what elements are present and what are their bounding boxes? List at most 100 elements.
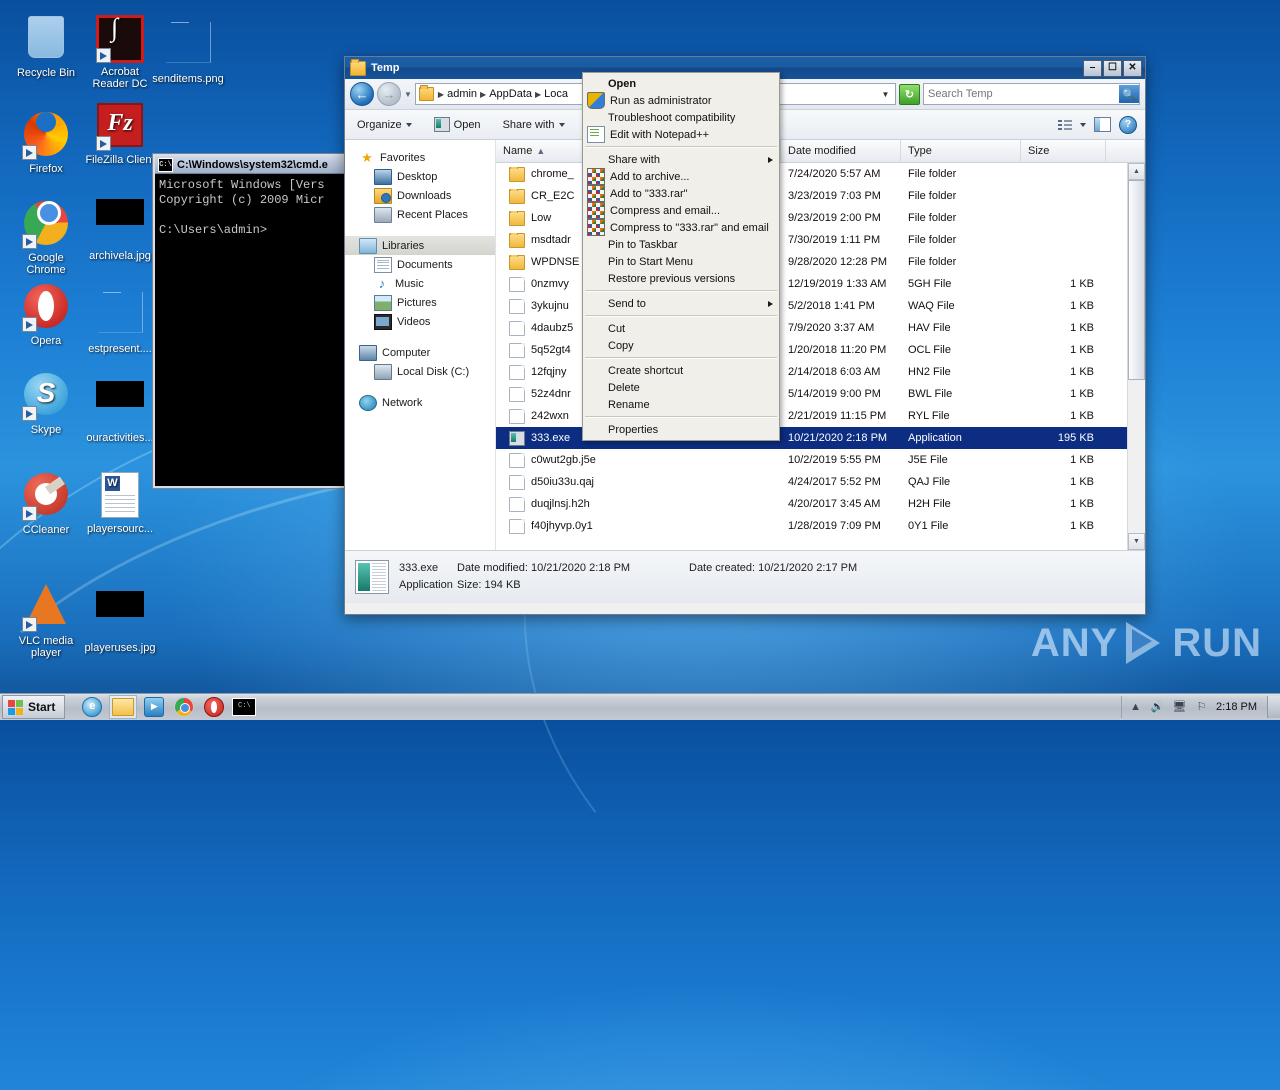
nav-item-desktop[interactable]: Desktop xyxy=(345,167,495,186)
search-icon[interactable]: 🔍 xyxy=(1119,85,1139,103)
share-with-button[interactable]: Share with xyxy=(499,116,569,134)
menu-item-compress-and-email[interactable]: Compress and email... xyxy=(583,202,779,219)
menu-item-restore-previous-versions[interactable]: Restore previous versions xyxy=(583,270,779,287)
show-desktop-button[interactable] xyxy=(1267,696,1280,718)
scrollbar-thumb[interactable] xyxy=(1128,180,1145,380)
desktop-icon-estpresent[interactable]: estpresent.... xyxy=(82,282,158,355)
search-field[interactable] xyxy=(924,88,1119,100)
desktop-icon-firefox[interactable]: Firefox xyxy=(8,100,84,175)
menu-item-label: Add to archive... xyxy=(610,170,690,183)
taskbar-button-chrome[interactable] xyxy=(171,696,197,718)
menu-item-share-with[interactable]: Share with xyxy=(583,151,779,168)
file-context-menu[interactable]: Open Run as administrator Troubleshoot com… xyxy=(582,72,780,441)
desktop-icon-playersourc[interactable]: Wplayersourc... xyxy=(82,470,158,535)
flag-icon[interactable]: ⚐ xyxy=(1194,700,1209,715)
menu-item-troubleshoot-compatibility[interactable]: Troubleshoot compatibility xyxy=(583,109,779,126)
clock[interactable]: 2:18 PM xyxy=(1216,701,1257,713)
desktop-icon-senditems-png[interactable]: senditems.png xyxy=(150,12,226,85)
menu-item-send-to[interactable]: Send to xyxy=(583,295,779,312)
desktop-icon-ccleaner[interactable]: CCleaner xyxy=(8,470,84,536)
command-prompt-window[interactable]: C:\ C:\Windows\system32\cmd.e Microsoft … xyxy=(153,154,353,488)
menu-item-edit-with-notepad[interactable]: Edit with Notepad++ xyxy=(583,126,779,143)
help-icon[interactable]: ? xyxy=(1119,115,1137,134)
scroll-down-icon[interactable]: ▼ xyxy=(1128,533,1145,550)
nav-item-pictures[interactable]: Pictures xyxy=(345,293,495,312)
volume-icon[interactable]: 🔊 xyxy=(1150,700,1165,715)
table-row[interactable]: f40jhyvp.0y1 1/28/2019 7:09 PM 0Y1 File 1 K… xyxy=(496,515,1145,537)
menu-item-add-to-333-rar[interactable]: Add to "333.rar" xyxy=(583,185,779,202)
taskbar-button-windows-explorer[interactable] xyxy=(109,695,138,719)
menu-item-pin-to-taskbar[interactable]: Pin to Taskbar xyxy=(583,236,779,253)
menu-item-rename[interactable]: Rename xyxy=(583,396,779,413)
command-prompt-icon: C:\ xyxy=(232,698,257,716)
forward-arrow-icon[interactable]: → xyxy=(377,82,401,106)
breadcrumb-item-2[interactable]: Loca xyxy=(544,88,568,100)
nav-item-computer[interactable]: Computer xyxy=(345,343,495,362)
menu-item-delete[interactable]: Delete xyxy=(583,379,779,396)
maximize-button[interactable]: ☐ xyxy=(1103,59,1122,77)
chevron-up-icon[interactable]: ▲ xyxy=(1128,700,1143,715)
open-button[interactable]: Open xyxy=(430,114,485,135)
nav-item-network[interactable]: Network xyxy=(345,393,495,412)
menu-item-properties[interactable]: Properties xyxy=(583,421,779,438)
menu-item-cut[interactable]: Cut xyxy=(583,320,779,337)
close-button[interactable]: ✕ xyxy=(1123,59,1142,77)
menu-item-copy[interactable]: Copy xyxy=(583,337,779,354)
table-row[interactable]: duqjlnsj.h2h 4/20/2017 3:45 AM H2H File 1 K… xyxy=(496,493,1145,515)
menu-item-run-as-administrator[interactable]: Run as administrator xyxy=(583,92,779,109)
breadcrumb-item-0[interactable]: admin xyxy=(447,88,477,100)
column-header-type[interactable]: Type xyxy=(901,140,1021,162)
column-header-date-modified[interactable]: Date modified xyxy=(781,140,901,162)
address-dropdown-icon[interactable]: ▼ xyxy=(879,90,892,99)
menu-item-open[interactable]: Open xyxy=(583,75,779,92)
breadcrumb-item-1[interactable]: AppData xyxy=(489,88,532,100)
taskbar-button-media-player[interactable]: ▶ xyxy=(141,696,167,718)
taskbar-button-opera[interactable] xyxy=(201,696,227,718)
cmd-title-bar[interactable]: C:\ C:\Windows\system32\cmd.e xyxy=(155,156,351,174)
search-input[interactable]: 🔍 xyxy=(923,83,1140,105)
menu-item-pin-to-start-menu[interactable]: Pin to Start Menu xyxy=(583,253,779,270)
vertical-scrollbar[interactable]: ▲ ▼ xyxy=(1127,163,1145,550)
desktop-icon-opera[interactable]: Opera xyxy=(8,282,84,347)
taskbar-button-internet-explorer[interactable]: e xyxy=(79,696,105,718)
minimize-button[interactable]: – xyxy=(1083,59,1102,77)
desktop-icon-google-chrome[interactable]: Google Chrome xyxy=(8,188,84,276)
preview-pane-icon[interactable] xyxy=(1094,117,1111,132)
table-row[interactable]: c0wut2gb.j5e 10/2/2019 5:55 PM J5E File 1 K… xyxy=(496,449,1145,471)
start-button[interactable]: Start xyxy=(2,695,66,719)
desktop-icon-filezilla-client[interactable]: Fz FileZilla Client xyxy=(82,100,158,166)
documents-icon xyxy=(374,256,392,273)
nav-item-downloads[interactable]: Downloads xyxy=(345,186,495,205)
sort-ascending-icon: ▲ xyxy=(536,146,546,156)
nav-item-videos[interactable]: Videos xyxy=(345,312,495,331)
desktop-icon-skype[interactable]: S Skype xyxy=(8,370,84,436)
nav-item-favorites[interactable]: ★ Favorites xyxy=(345,148,495,167)
view-list-icon[interactable] xyxy=(1058,119,1072,131)
table-row[interactable]: d50iu33u.qaj 4/24/2017 5:52 PM QAJ File 1 K… xyxy=(496,471,1145,493)
menu-item-compress-to-333-rar-and-email[interactable]: Compress to "333.rar" and email xyxy=(583,219,779,236)
back-arrow-icon[interactable]: ← xyxy=(350,82,374,106)
scroll-up-icon[interactable]: ▲ xyxy=(1128,163,1145,180)
desktop-icon-ouractivities[interactable]: ouractivities... xyxy=(82,370,158,444)
nav-item-music[interactable]: ♪ Music xyxy=(345,274,495,293)
folder-icon xyxy=(350,58,366,76)
desktop-icon-acrobat-reader-dc[interactable]: ∫ Acrobat Reader DC xyxy=(82,12,158,91)
refresh-icon[interactable]: ↻ xyxy=(899,83,920,105)
desktop-icon-archivela-jpg[interactable]: archivela.jpg xyxy=(82,188,158,262)
network-tray-icon[interactable]: 🖥 xyxy=(1172,700,1187,715)
menu-item-create-shortcut[interactable]: Create shortcut xyxy=(583,362,779,379)
column-header-size[interactable]: Size xyxy=(1021,140,1106,162)
desktop-icon-vlc-media-player[interactable]: VLC media player xyxy=(8,580,84,659)
chevron-down-icon[interactable] xyxy=(1080,122,1086,127)
chevron-down-icon[interactable]: ▼ xyxy=(404,90,412,99)
desktop-icon-label: Firefox xyxy=(29,163,63,175)
taskbar-button-command-prompt[interactable]: C:\ xyxy=(231,696,257,718)
nav-item-recent-places[interactable]: Recent Places xyxy=(345,205,495,224)
nav-item-libraries[interactable]: Libraries xyxy=(345,236,495,255)
menu-item-add-to-archive[interactable]: Add to archive... xyxy=(583,168,779,185)
nav-item-documents[interactable]: Documents xyxy=(345,255,495,274)
nav-item-local-disk-c[interactable]: Local Disk (C:) xyxy=(345,362,495,381)
organize-button[interactable]: Organize xyxy=(353,116,416,134)
desktop-icon-recycle-bin[interactable]: Recycle Bin xyxy=(8,12,84,79)
desktop-icon-playeruses-jpg[interactable]: playeruses.jpg xyxy=(82,580,158,654)
